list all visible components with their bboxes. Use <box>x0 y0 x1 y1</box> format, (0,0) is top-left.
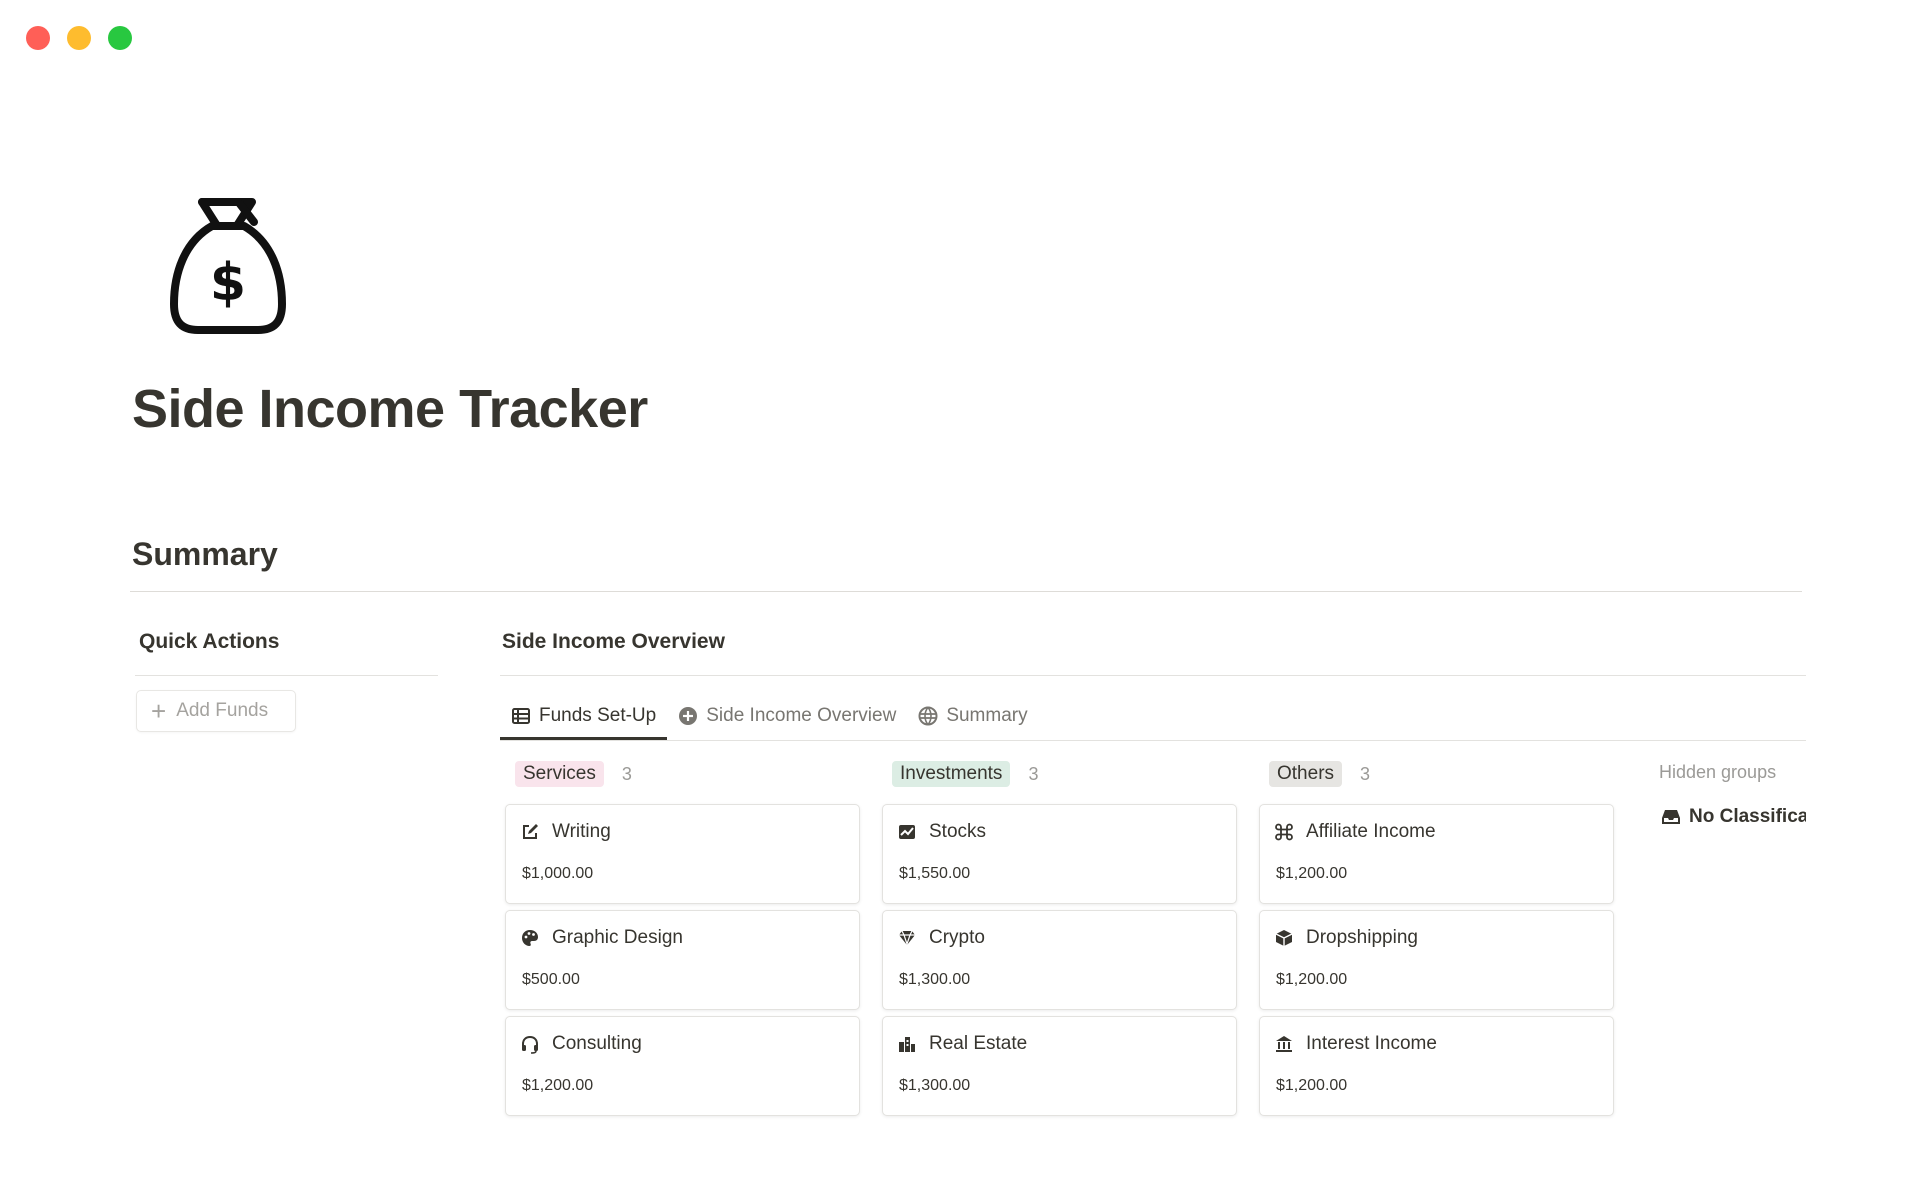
gem-icon <box>899 930 915 946</box>
group-count: 3 <box>1028 763 1039 784</box>
overview-divider <box>500 675 1806 676</box>
view-tabs: Funds Set-Up Side Income Overview Summar… <box>500 696 1039 740</box>
group-tag-others: Others <box>1269 761 1343 787</box>
minimize-window-button[interactable] <box>67 26 91 50</box>
card-dropshipping[interactable]: Dropshipping $1,200.00 <box>1259 910 1614 1010</box>
hidden-group-no-classification[interactable]: No Classifica <box>1661 806 1806 828</box>
card-amount: $1,200.00 <box>1276 1077 1348 1094</box>
group-count: 3 <box>1360 763 1371 784</box>
column-header[interactable]: Services 3 <box>515 760 860 788</box>
hidden-group-label: No Classifica <box>1689 806 1806 827</box>
close-window-button[interactable] <box>26 26 50 50</box>
card-amount: $1,300.00 <box>899 1077 971 1094</box>
card-real-estate[interactable]: Real Estate $1,300.00 <box>882 1016 1237 1116</box>
command-icon <box>1275 823 1293 841</box>
svg-text:$: $ <box>210 253 246 313</box>
card-amount: $1,000.00 <box>522 865 594 882</box>
hidden-groups-label: Hidden groups <box>1659 762 1777 782</box>
plus-circle-icon <box>679 707 698 725</box>
overview-heading: Side Income Overview <box>502 630 725 653</box>
tabs-divider <box>500 740 1806 741</box>
card-consulting[interactable]: Consulting $1,200.00 <box>505 1016 860 1116</box>
card-amount: $1,200.00 <box>1276 971 1348 988</box>
add-funds-label: Add Funds <box>176 700 269 721</box>
card-writing[interactable]: Writing $1,000.00 <box>505 804 860 904</box>
group-tag-services: Services <box>515 761 604 787</box>
city-icon <box>899 1037 915 1052</box>
maximize-window-button[interactable] <box>108 26 132 50</box>
tab-funds-set-up[interactable]: Funds Set-Up <box>500 696 668 740</box>
tab-label: Summary <box>946 705 1028 726</box>
inbox-icon <box>1662 810 1680 824</box>
edit-icon <box>523 824 538 839</box>
quick-actions-divider <box>135 675 438 676</box>
card-title: Real Estate <box>929 1033 1028 1054</box>
column-header[interactable]: Others 3 <box>1269 760 1614 788</box>
column-header[interactable]: Investments 3 <box>892 760 1237 788</box>
section-divider <box>130 591 1802 592</box>
card-amount: $1,200.00 <box>1276 865 1348 882</box>
card-amount: $1,200.00 <box>522 1077 594 1094</box>
card-amount: $1,550.00 <box>899 865 971 882</box>
tab-label: Side Income Overview <box>706 705 897 726</box>
tab-summary[interactable]: Summary <box>907 696 1038 736</box>
card-title: Interest Income <box>1306 1033 1437 1054</box>
card-title: Dropshipping <box>1306 927 1418 948</box>
palette-icon <box>522 930 538 946</box>
table-icon <box>512 708 530 724</box>
card-title: Crypto <box>929 927 985 948</box>
card-title: Writing <box>552 821 611 842</box>
plus-icon: + <box>151 696 167 726</box>
section-heading: Summary <box>132 536 278 572</box>
card-title: Affiliate Income <box>1306 821 1436 842</box>
money-bag-icon[interactable]: $ <box>168 196 288 336</box>
quick-actions-heading: Quick Actions <box>139 630 280 653</box>
chart-icon <box>899 825 915 839</box>
window-controls <box>26 26 132 50</box>
group-count: 3 <box>621 763 632 784</box>
group-tag-investments: Investments <box>892 761 1011 787</box>
card-amount: $1,300.00 <box>899 971 971 988</box>
card-crypto[interactable]: Crypto $1,300.00 <box>882 910 1237 1010</box>
card-title: Consulting <box>552 1033 642 1054</box>
page-title: Side Income Tracker <box>132 379 648 439</box>
card-affiliate-income[interactable]: Affiliate Income $1,200.00 <box>1259 804 1614 904</box>
tab-side-income-overview[interactable]: Side Income Overview <box>667 696 907 736</box>
board-column-investments: Investments 3 Stocks $1,550.00 Crypto $1… <box>882 760 1237 1116</box>
add-funds-button[interactable]: + Add Funds <box>136 690 296 732</box>
card-interest-income[interactable]: Interest Income $1,200.00 <box>1259 1016 1614 1116</box>
board-column-others: Others 3 Affiliate Income $1,200.00 Drop… <box>1259 760 1614 1116</box>
card-stocks[interactable]: Stocks $1,550.00 <box>882 804 1237 904</box>
card-title: Stocks <box>929 821 987 842</box>
bank-icon <box>1276 1036 1292 1052</box>
globe-icon <box>918 706 938 726</box>
headset-icon <box>522 1035 538 1054</box>
tab-label: Funds Set-Up <box>539 705 657 726</box>
board-column-services: Services 3 Writing $1,000.00 Graphic Des… <box>505 760 860 1116</box>
card-title: Graphic Design <box>552 927 683 948</box>
card-amount: $500.00 <box>522 971 580 988</box>
box-icon <box>1275 930 1293 946</box>
card-graphic-design[interactable]: Graphic Design $500.00 <box>505 910 860 1010</box>
